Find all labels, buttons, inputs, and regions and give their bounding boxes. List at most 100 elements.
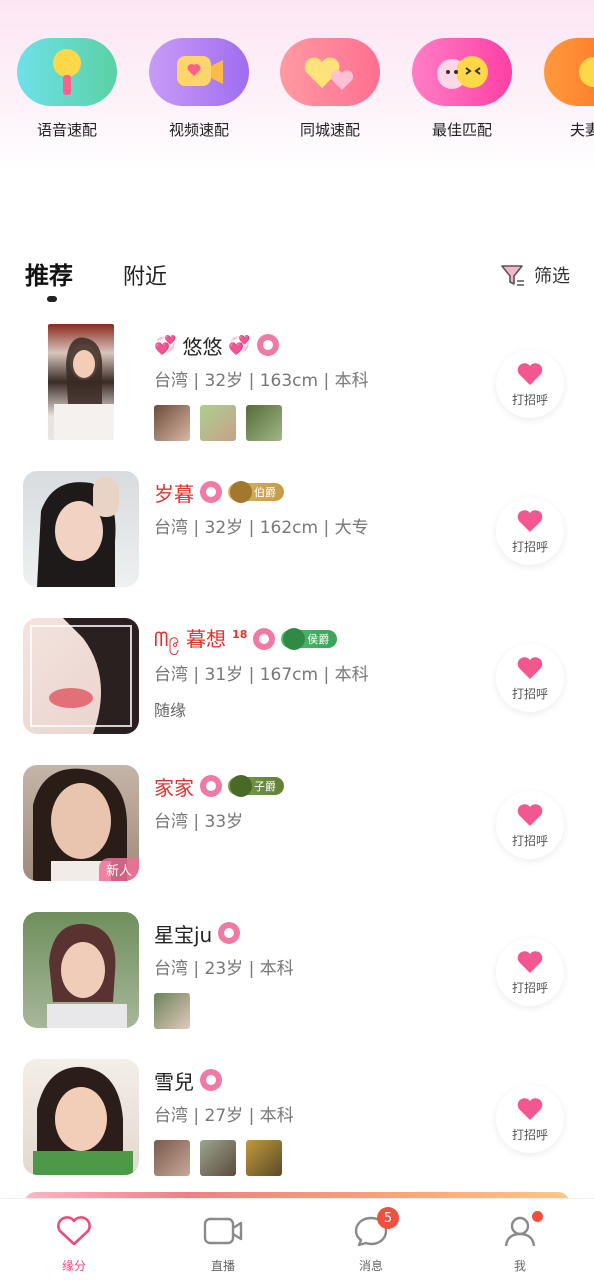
photo-thumbs bbox=[154, 1140, 484, 1176]
bottom-nav: 缘分 直播 5 消息 我 bbox=[0, 1198, 594, 1280]
user-meta: 台湾 | 32岁 | 162cm | 大专 bbox=[154, 518, 369, 538]
rank-badge: 子爵 bbox=[228, 775, 284, 797]
heart-icon bbox=[57, 1216, 91, 1246]
avatar[interactable] bbox=[23, 912, 139, 1028]
tab-indicator bbox=[47, 296, 57, 302]
user-info: 星宝ju 台湾 | 23岁 | 本科 bbox=[154, 918, 484, 1029]
avatar[interactable] bbox=[23, 1059, 139, 1175]
heart-icon bbox=[517, 656, 543, 679]
notification-dot bbox=[532, 1211, 543, 1222]
verified-icon bbox=[218, 922, 241, 944]
quick-local-match[interactable]: 同城速配 bbox=[280, 38, 380, 140]
user-info: 雪兒 台湾 | 27岁 | 本科 bbox=[154, 1065, 484, 1176]
greet-button[interactable]: 打招呼 bbox=[496, 1085, 564, 1153]
list-item[interactable]: 星宝ju 台湾 | 23岁 | 本科 打招呼 bbox=[0, 912, 594, 1059]
photo-thumb[interactable] bbox=[200, 405, 236, 441]
greet-button[interactable]: 打招呼 bbox=[496, 350, 564, 418]
filter-button[interactable]: 筛选 bbox=[500, 262, 570, 288]
photo-thumb[interactable] bbox=[200, 1140, 236, 1176]
rank-badge: 侯爵 bbox=[281, 628, 338, 650]
user-name: 星宝ju bbox=[154, 922, 213, 947]
photo-thumb[interactable] bbox=[154, 1140, 190, 1176]
avatar[interactable] bbox=[23, 618, 139, 734]
photo-thumbs bbox=[154, 405, 484, 441]
greet-label: 打招呼 bbox=[511, 1127, 548, 1142]
heart-icon bbox=[517, 950, 543, 973]
quick-local-label: 同城速配 bbox=[299, 121, 360, 139]
heart-icon bbox=[517, 1097, 543, 1120]
video-camera-icon bbox=[177, 56, 223, 86]
quick-voice-match[interactable]: 语音速配 bbox=[17, 38, 117, 140]
heart-decoration-icon: 💞 bbox=[228, 334, 251, 356]
hearts-icon bbox=[304, 57, 354, 90]
tab-recommend[interactable]: 推荐 bbox=[25, 256, 73, 291]
user-name-superscript: 18 bbox=[232, 627, 248, 641]
greet-button[interactable]: 打招呼 bbox=[496, 938, 564, 1006]
greet-label: 打招呼 bbox=[511, 980, 548, 995]
heart-icon bbox=[517, 803, 543, 826]
filter-label: 筛选 bbox=[534, 266, 570, 287]
user-info: 岁暮 伯爵 台湾 | 32岁 | 162cm | 大专 bbox=[154, 477, 484, 538]
list-item[interactable]: 岁暮 伯爵 台湾 | 32岁 | 162cm | 大专 打招呼 bbox=[0, 471, 594, 618]
greet-label: 打招呼 bbox=[511, 392, 548, 407]
verified-icon bbox=[253, 628, 276, 650]
photo-thumb[interactable] bbox=[154, 993, 190, 1029]
new-user-tag: 新人 bbox=[98, 858, 139, 881]
verified-icon bbox=[200, 1069, 222, 1091]
user-name: 岁暮 bbox=[154, 481, 194, 506]
photo-thumb[interactable] bbox=[246, 405, 282, 441]
user-name: 悠悠 bbox=[182, 334, 223, 359]
nav-label: 直播 bbox=[210, 1259, 235, 1273]
avatar[interactable]: 新人 bbox=[23, 765, 139, 881]
heart-decoration-icon: 💞 bbox=[154, 334, 177, 356]
list-item[interactable]: ᗰ၉ 暮想 18 侯爵 台湾 | 31岁 | 167cm | 本科 随缘 打招呼 bbox=[0, 618, 594, 765]
user-signature: 随缘 bbox=[154, 701, 187, 720]
rank-badge: 伯爵 bbox=[228, 481, 284, 503]
photo-thumb[interactable] bbox=[246, 1140, 282, 1176]
quick-match-row: 语音速配 视频速配 同城速配 最佳匹配 夫妻 bbox=[0, 38, 594, 148]
verified-icon bbox=[200, 481, 222, 503]
video-camera-icon bbox=[203, 1217, 243, 1245]
greet-label: 打招呼 bbox=[511, 686, 548, 701]
nav-item-live[interactable]: 直播 bbox=[183, 1213, 263, 1274]
greet-label: 打招呼 bbox=[511, 833, 548, 848]
list-item[interactable]: 新人 家家 子爵 台湾 | 33岁 打招呼 bbox=[0, 765, 594, 912]
quick-best-label: 最佳匹配 bbox=[431, 121, 492, 139]
nav-label: 缘分 bbox=[61, 1259, 86, 1273]
heart-icon bbox=[517, 362, 543, 385]
user-meta: 台湾 | 27岁 | 本科 bbox=[154, 1106, 294, 1126]
user-meta: 台湾 | 23岁 | 本科 bbox=[154, 959, 294, 979]
face-icon bbox=[579, 57, 594, 87]
list-item[interactable]: 雪兒 台湾 | 27岁 | 本科 打招呼 bbox=[0, 1059, 594, 1206]
user-info: 家家 子爵 台湾 | 33岁 bbox=[154, 771, 484, 832]
user-info: ᗰ၉ 暮想 18 侯爵 台湾 | 31岁 | 167cm | 本科 随缘 bbox=[154, 624, 484, 721]
user-name: 雪兒 bbox=[154, 1069, 194, 1094]
list-item[interactable]: 💞 悠悠 💞 台湾 | 32岁 | 163cm | 本科 打招呼 bbox=[0, 324, 594, 471]
nav-item-me[interactable]: 我 bbox=[480, 1211, 560, 1274]
couple-faces-icon bbox=[437, 56, 488, 89]
quick-best-match[interactable]: 最佳匹配 bbox=[412, 38, 512, 140]
quick-video-label: 视频速配 bbox=[168, 121, 229, 139]
verified-icon bbox=[200, 775, 222, 797]
heart-icon bbox=[517, 509, 543, 532]
avatar[interactable] bbox=[48, 324, 114, 440]
quick-voice-label: 语音速配 bbox=[36, 121, 97, 139]
greet-button[interactable]: 打招呼 bbox=[496, 497, 564, 565]
user-meta: 台湾 | 31岁 | 167cm | 本科 bbox=[154, 665, 369, 685]
nav-item-messages[interactable]: 5 消息 bbox=[331, 1207, 411, 1274]
greet-button[interactable]: 打招呼 bbox=[496, 791, 564, 859]
nav-item-match[interactable]: 缘分 bbox=[34, 1213, 114, 1274]
photo-thumbs bbox=[154, 993, 484, 1029]
photo-thumb[interactable] bbox=[154, 405, 190, 441]
greet-button[interactable]: 打招呼 bbox=[496, 644, 564, 712]
user-info: 💞 悠悠 💞 台湾 | 32岁 | 163cm | 本科 bbox=[154, 330, 484, 441]
quick-couple-match[interactable]: 夫妻 bbox=[544, 38, 594, 140]
unread-badge: 5 bbox=[377, 1207, 399, 1229]
verified-icon bbox=[256, 334, 279, 356]
tab-nearby[interactable]: 附近 bbox=[123, 259, 167, 291]
quick-video-match[interactable]: 视频速配 bbox=[149, 38, 249, 140]
user-meta: 台湾 | 32岁 | 163cm | 本科 bbox=[154, 371, 369, 391]
nav-label: 消息 bbox=[358, 1259, 383, 1273]
avatar[interactable] bbox=[23, 471, 139, 587]
user-name: 家家 bbox=[154, 775, 194, 800]
